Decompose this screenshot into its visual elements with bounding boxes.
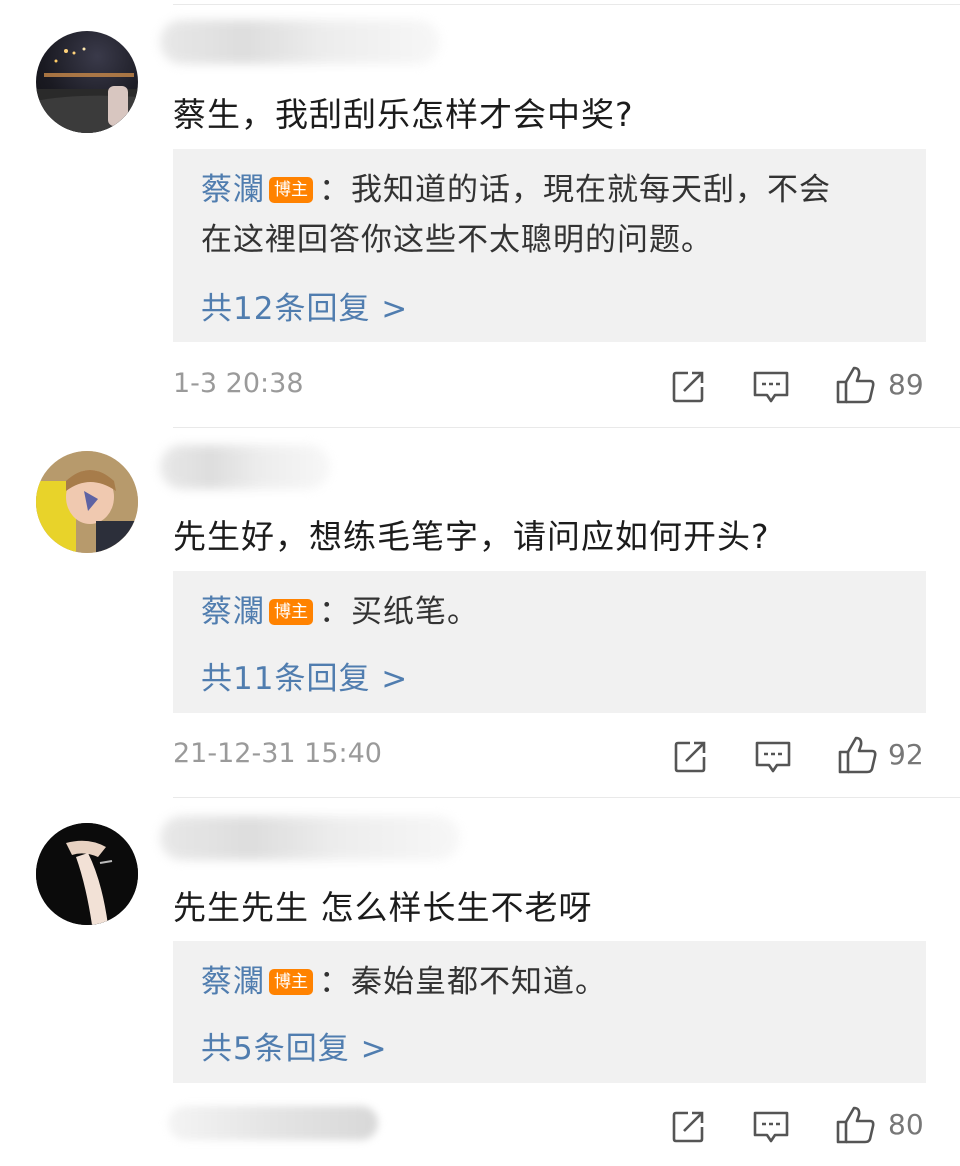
comment-icon[interactable] — [751, 367, 791, 407]
comment-text: 蔡生，我刮刮乐怎样才会中奖? — [173, 95, 634, 134]
like-icon[interactable] — [834, 364, 876, 406]
username-blurred[interactable] — [160, 20, 440, 64]
reply-box[interactable]: 蔡瀾 博主 ：秦始皇都不知道。 共5条回复 > — [173, 941, 926, 1083]
avatar[interactable] — [36, 451, 138, 553]
divider — [173, 4, 960, 5]
comment-time: 21-12-31 15:40 — [173, 738, 382, 769]
blogger-badge: 博主 — [269, 599, 313, 625]
comment-icon[interactable] — [751, 1107, 791, 1147]
like-count: 80 — [888, 1108, 924, 1141]
reply-content: 蔡瀾 博主 ：秦始皇都不知道。 — [201, 957, 902, 1007]
more-replies-link[interactable]: 共11条回复 > — [201, 653, 408, 698]
reply-text-line1: ：我知道的话，現在就每天刮，不会 — [319, 172, 831, 208]
like-count: 89 — [888, 368, 924, 401]
like-count: 92 — [888, 738, 924, 771]
comment-text: 先生好，想练毛笔字，请问应如何开头? — [173, 517, 770, 556]
blogger-badge: 博主 — [269, 969, 313, 995]
comment-time-blurred — [168, 1106, 378, 1140]
repost-icon[interactable] — [668, 367, 708, 407]
avatar-child-photo — [36, 451, 138, 553]
reply-box[interactable]: 蔡瀾 博主 ：我知道的话，現在就每天刮，不会 在这裡回答你这些不太聰明的问题。 共1… — [173, 149, 926, 342]
reply-author[interactable]: 蔡瀾 — [201, 964, 265, 1000]
avatar-hand-photo — [36, 823, 138, 925]
username-blurred[interactable] — [160, 816, 460, 860]
blogger-badge: 博主 — [269, 177, 313, 203]
username-blurred[interactable] — [160, 445, 330, 489]
like-icon[interactable] — [836, 734, 878, 776]
reply-author[interactable]: 蔡瀾 — [201, 594, 265, 630]
repost-icon[interactable] — [668, 1107, 708, 1147]
comment-icon[interactable] — [753, 737, 793, 777]
reply-text: ：买纸笔。 — [319, 594, 479, 630]
reply-text-line2: 在这裡回答你这些不太聰明的问题。 — [201, 222, 713, 258]
reply-content: 蔡瀾 博主 ：买纸笔。 — [201, 587, 902, 637]
reply-author[interactable]: 蔡瀾 — [201, 172, 265, 208]
divider — [173, 797, 960, 798]
like-icon[interactable] — [834, 1104, 876, 1146]
comment-time: 1-3 20:38 — [173, 368, 304, 399]
reply-box[interactable]: 蔡瀾 博主 ：买纸笔。 共11条回复 > — [173, 571, 926, 713]
repost-icon[interactable] — [670, 737, 710, 777]
comment-text: 先生先生 怎么样长生不老呀 — [173, 888, 593, 927]
more-replies-link[interactable]: 共12条回复 > — [201, 283, 408, 328]
reply-content: 蔡瀾 博主 ：我知道的话，現在就每天刮，不会 在这裡回答你这些不太聰明的问题。 — [201, 165, 902, 265]
reply-text: ：秦始皇都不知道。 — [319, 964, 607, 1000]
avatar[interactable] — [36, 31, 138, 133]
divider — [173, 427, 960, 428]
avatar-night-photo — [36, 47, 138, 133]
more-replies-link[interactable]: 共5条回复 > — [201, 1023, 388, 1068]
avatar[interactable] — [36, 823, 138, 925]
